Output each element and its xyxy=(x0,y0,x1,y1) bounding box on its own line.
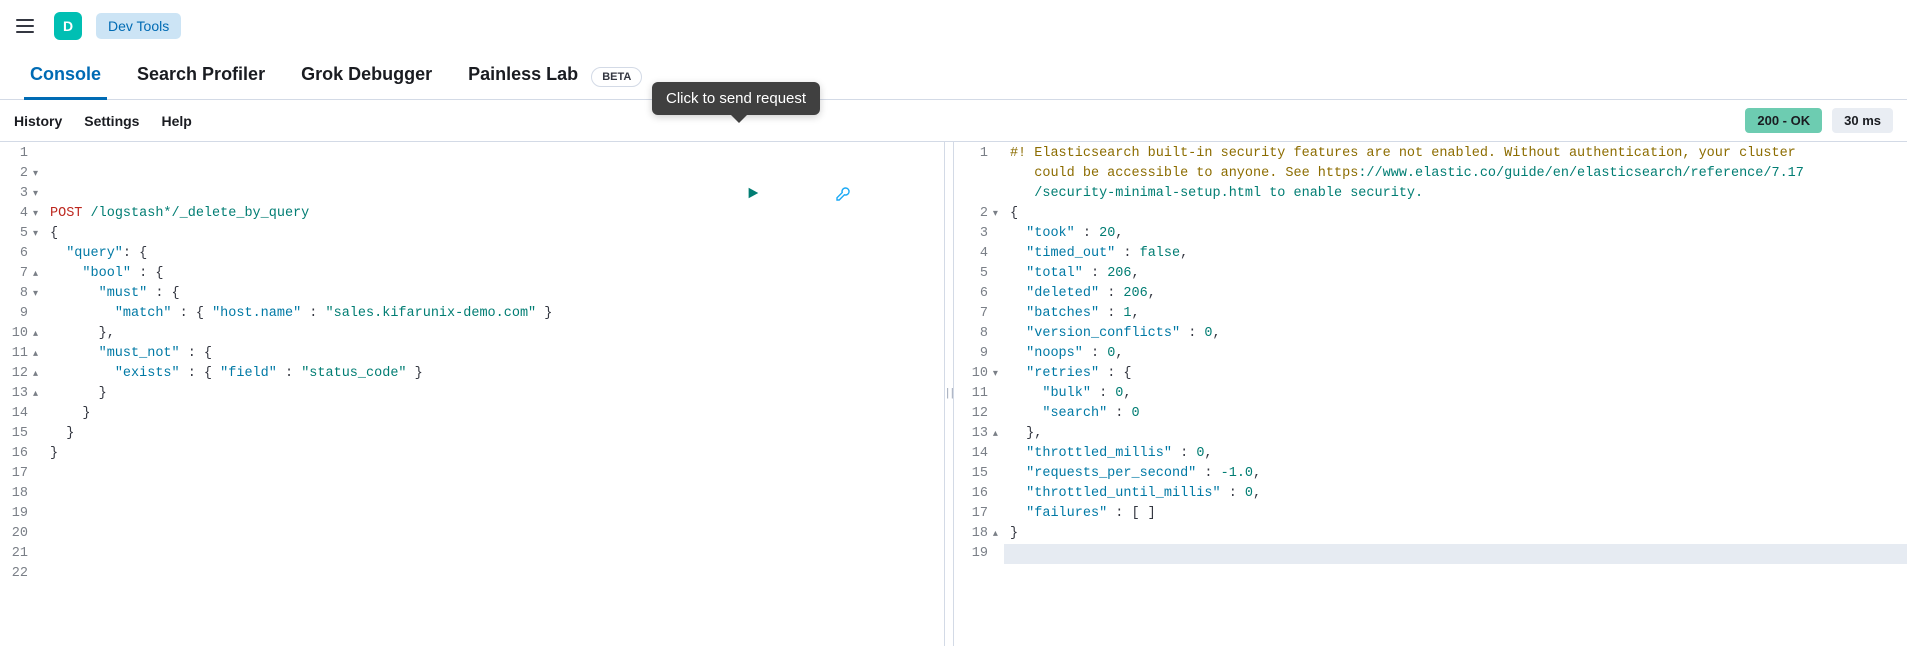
tabs: Console Search Profiler Grok Debugger Pa… xyxy=(0,52,1907,100)
app-name-badge[interactable]: Dev Tools xyxy=(96,13,181,39)
sub-bar: History Settings Help 200 - OK 30 ms xyxy=(0,100,1907,141)
help-link[interactable]: Help xyxy=(161,113,191,129)
response-code[interactable]: #! Elasticsearch built-in security featu… xyxy=(1004,142,1907,646)
wrench-icon[interactable] xyxy=(835,146,916,242)
request-gutter: 1 2▾3▾4▾5▾6 7▴8▾9 10▴11▴12▴13▴14 15 16 1… xyxy=(0,142,44,646)
response-gutter: 1 2▾3 4 5 6 7 8 9 10▾11 12 13▴14 15 16 1… xyxy=(954,142,1004,646)
hamburger-menu-icon[interactable] xyxy=(16,14,40,38)
app-letter-badge[interactable]: D xyxy=(54,12,82,40)
tab-console[interactable]: Console xyxy=(12,52,119,99)
send-request-tooltip: Click to send request xyxy=(652,82,820,115)
tab-grok-debugger[interactable]: Grok Debugger xyxy=(283,52,450,99)
editor-area: 1 2▾3▾4▾5▾6 7▴8▾9 10▴11▴12▴13▴14 15 16 1… xyxy=(0,141,1907,646)
timing-badge: 30 ms xyxy=(1832,108,1893,133)
response-pane[interactable]: 1 2▾3 4 5 6 7 8 9 10▾11 12 13▴14 15 16 1… xyxy=(954,142,1907,646)
play-icon[interactable] xyxy=(746,146,827,242)
history-link[interactable]: History xyxy=(14,113,62,129)
settings-link[interactable]: Settings xyxy=(84,113,139,129)
status-badge: 200 - OK xyxy=(1745,108,1822,133)
tab-search-profiler[interactable]: Search Profiler xyxy=(119,52,283,99)
request-pane[interactable]: 1 2▾3▾4▾5▾6 7▴8▾9 10▴11▴12▴13▴14 15 16 1… xyxy=(0,142,944,646)
tab-painless-lab[interactable]: Painless Lab BETA xyxy=(450,52,660,99)
beta-badge: BETA xyxy=(591,67,642,87)
pane-splitter[interactable]: || xyxy=(944,142,954,646)
request-code[interactable]: POST /logstash*/_delete_by_query{ "query… xyxy=(44,142,944,646)
top-bar: D Dev Tools xyxy=(0,0,1907,52)
